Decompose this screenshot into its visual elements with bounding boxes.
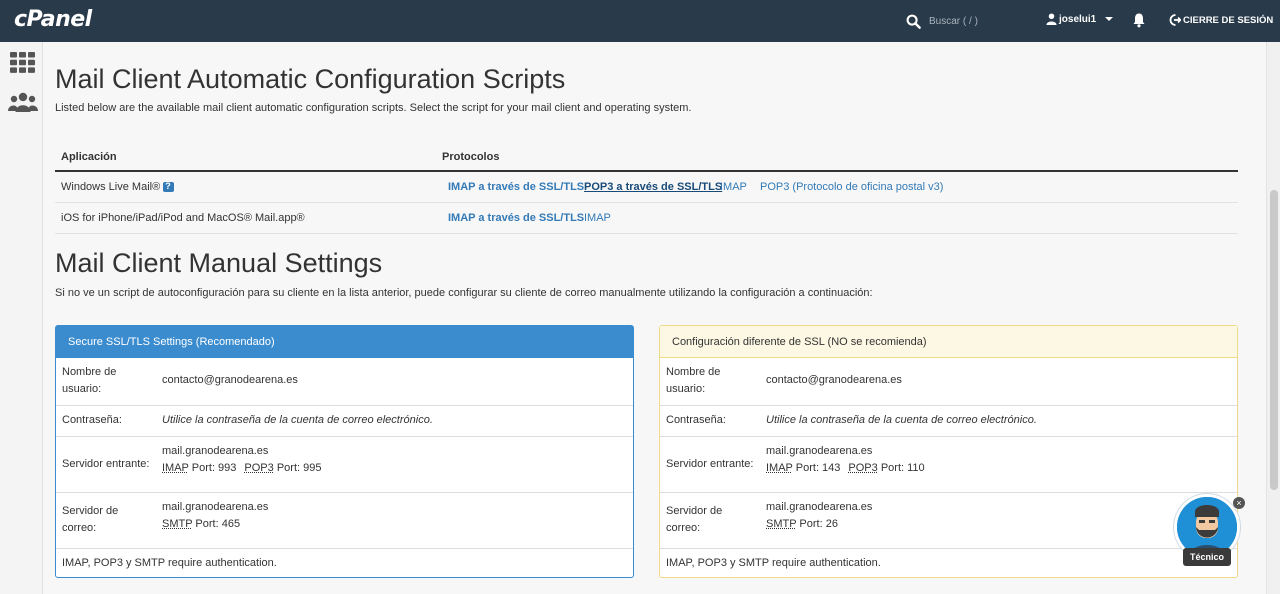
username-value: contacto@granodearena.es bbox=[162, 374, 298, 386]
logout-icon bbox=[1169, 14, 1181, 26]
logout-button[interactable]: CIERRE DE SESIÓN bbox=[1169, 14, 1273, 26]
chat-close-button[interactable]: × bbox=[1233, 497, 1245, 509]
column-header-protocols: Protocolos bbox=[442, 151, 500, 163]
manual-settings-description: Si no ve un script de autoconfiguración … bbox=[55, 287, 873, 299]
table-header: Aplicación Protocolos bbox=[55, 142, 1238, 172]
outgoing-server-row: Servidor de correo: mail.granodearena.es … bbox=[660, 493, 1237, 549]
cpanel-logo[interactable]: cPanel bbox=[14, 7, 92, 32]
column-header-app: Aplicación bbox=[61, 151, 117, 163]
panel-title: Configuración diferente de SSL (NO se re… bbox=[672, 336, 927, 348]
top-bar: cPanel joselui1 CIERRE DE SESIÓN bbox=[0, 0, 1280, 42]
field-label: Servidor entrante: bbox=[666, 458, 754, 470]
user-menu[interactable]: joselui1 bbox=[1046, 13, 1114, 25]
users-icon[interactable] bbox=[8, 92, 38, 112]
user-icon bbox=[1046, 13, 1057, 25]
field-label: Nombre de usuario: bbox=[62, 366, 117, 395]
page-scrollbar[interactable] bbox=[1266, 42, 1280, 594]
panel-heading: Configuración diferente de SSL (NO se re… bbox=[660, 326, 1237, 358]
incoming-server-row: Servidor entrante: mail.granodearena.es … bbox=[56, 437, 633, 493]
field-label: Servidor de correo: bbox=[666, 505, 723, 534]
nonssl-settings-panel: Configuración diferente de SSL (NO se re… bbox=[659, 325, 1238, 578]
protocol-link[interactable]: IMAP bbox=[584, 212, 611, 224]
app-name: iOS for iPhone/iPad/iPod and MacOS® Mail… bbox=[61, 212, 305, 224]
password-row: Contraseña: Utilice la contraseña de la … bbox=[56, 406, 633, 437]
search-input[interactable] bbox=[929, 15, 1039, 27]
password-row: Contraseña: Utilice la contraseña de la … bbox=[660, 406, 1237, 437]
manual-settings-title: Mail Client Manual Settings bbox=[55, 248, 383, 278]
info-icon[interactable] bbox=[163, 181, 175, 193]
logout-label: CIERRE DE SESIÓN bbox=[1183, 14, 1274, 26]
table-row: iOS for iPhone/iPad/iPod and MacOS® Mail… bbox=[55, 203, 1238, 234]
secure-settings-panel: Secure SSL/TLS Settings (Recomendado) No… bbox=[55, 325, 634, 578]
outgoing-server-value: mail.granodearena.es SMTP Port: 26 bbox=[766, 501, 873, 530]
protocol-link[interactable]: IMAP a través de SSL/TLS bbox=[448, 212, 584, 224]
auto-config-table: Aplicación Protocolos Windows Live Mail®… bbox=[55, 142, 1238, 234]
field-label: Nombre de usuario: bbox=[666, 366, 721, 395]
outgoing-server-row: Servidor de correo: mail.granodearena.es … bbox=[56, 493, 633, 549]
panel-heading: Secure SSL/TLS Settings (Recomendado) bbox=[56, 326, 633, 358]
field-label: Contraseña: bbox=[62, 414, 122, 426]
auth-note-row: IMAP, POP3 y SMTP require authentication… bbox=[660, 549, 1237, 577]
bell-icon[interactable] bbox=[1131, 12, 1147, 28]
password-value: Utilice la contraseña de la cuenta de co… bbox=[766, 414, 1037, 426]
auth-note: IMAP, POP3 y SMTP require authentication… bbox=[62, 557, 277, 569]
incoming-server-value: mail.granodearena.es IMAP Port: 993 POP3 … bbox=[162, 445, 322, 474]
username-label: joselui1 bbox=[1059, 13, 1097, 25]
scroll-thumb[interactable] bbox=[1270, 190, 1278, 490]
field-label: Servidor entrante: bbox=[62, 458, 150, 470]
chat-widget-label[interactable]: Técnico bbox=[1183, 548, 1231, 566]
auto-config-title: Mail Client Automatic Configuration Scri… bbox=[55, 64, 566, 94]
auto-config-description: Listed below are the available mail clie… bbox=[55, 102, 692, 114]
protocol-link[interactable]: POP3 a través de SSL/TLS bbox=[584, 181, 722, 193]
app-name: Windows Live Mail® bbox=[61, 181, 175, 193]
field-label: Servidor de correo: bbox=[62, 505, 119, 534]
outgoing-server-value: mail.granodearena.es SMTP Port: 465 bbox=[162, 501, 269, 530]
username-row: Nombre de usuario: contacto@granodearena.… bbox=[56, 358, 633, 406]
panel-title: Secure SSL/TLS Settings (Recomendado) bbox=[68, 336, 275, 348]
username-row: Nombre de usuario: contacto@granodearena.… bbox=[660, 358, 1237, 406]
incoming-server-row: Servidor entrante: mail.granodearena.es … bbox=[660, 437, 1237, 493]
password-value: Utilice la contraseña de la cuenta de co… bbox=[162, 414, 433, 426]
protocol-link[interactable]: POP3 (Protocolo de oficina postal v3) bbox=[760, 181, 943, 193]
incoming-server-value: mail.granodearena.es IMAP Port: 143 POP3 … bbox=[766, 445, 925, 474]
auth-note-row: IMAP, POP3 y SMTP require authentication… bbox=[56, 549, 633, 577]
grid-icon[interactable] bbox=[10, 52, 35, 73]
search-box[interactable] bbox=[906, 10, 1039, 32]
protocol-link[interactable]: IMAP a través de SSL/TLS bbox=[448, 181, 584, 193]
table-row: Windows Live Mail® IMAP a través de SSL/… bbox=[55, 172, 1238, 203]
protocol-link[interactable]: IMAP bbox=[720, 181, 747, 193]
search-icon[interactable] bbox=[906, 14, 921, 29]
sidebar bbox=[0, 42, 43, 594]
username-value: contacto@granodearena.es bbox=[766, 374, 902, 386]
auth-note: IMAP, POP3 y SMTP require authentication… bbox=[666, 557, 881, 569]
field-label: Contraseña: bbox=[666, 414, 726, 426]
chevron-down-icon bbox=[1105, 17, 1114, 21]
